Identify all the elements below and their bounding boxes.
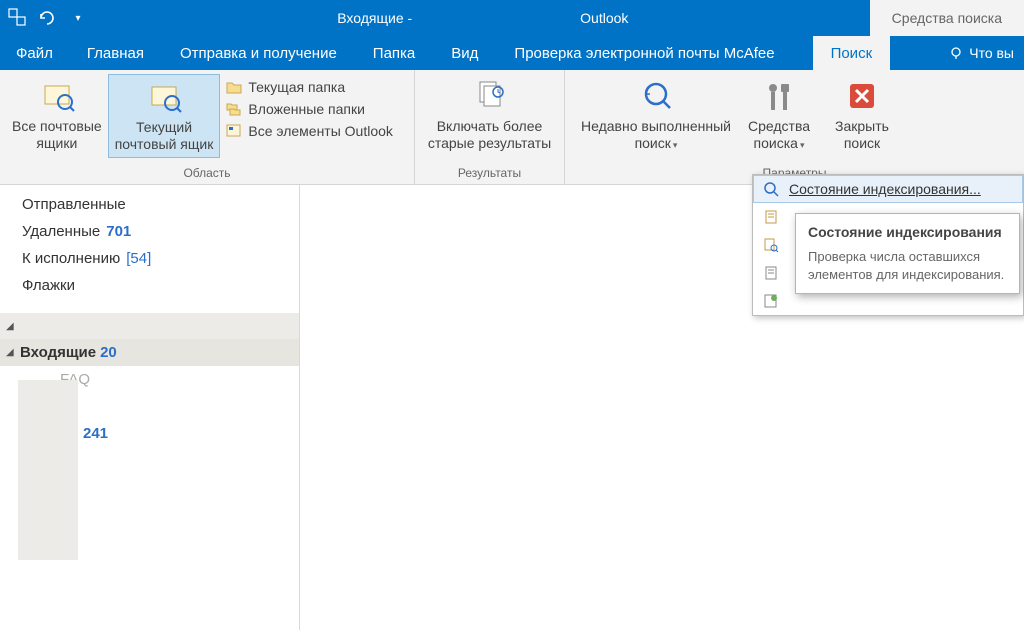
subfolders-button[interactable]: Вложенные папки: [220, 98, 399, 120]
tell-me-label: Что вы: [969, 45, 1014, 61]
close-search-label: Закрыть поиск: [835, 118, 889, 152]
scope-options-stack: Текущая папка Вложенные папки Все элемен…: [220, 74, 399, 142]
ribbon-group-scope: Все почтовые ящики Текущий почтовый ящик…: [0, 70, 415, 184]
collapse-caret-icon: ◢: [6, 347, 16, 358]
all-outlook-items-label: Все элементы Outlook: [248, 123, 393, 139]
sidebar-item-deleted[interactable]: Удаленные 701: [0, 218, 299, 245]
title-suffix: Outlook: [580, 10, 628, 26]
sidebar-count: [54]: [126, 250, 151, 267]
undo-icon[interactable]: [38, 8, 58, 28]
mailbox-icon: [39, 78, 75, 114]
documents-icon: [472, 78, 508, 114]
group-label-scope: Область: [0, 164, 414, 184]
sidebar-item-label: Входящие: [20, 344, 96, 361]
all-outlook-items-button[interactable]: Все элементы Outlook: [220, 120, 399, 142]
group-label-results: Результаты: [415, 164, 564, 184]
title-redacted: [416, 9, 576, 27]
mailbox-icon: [146, 79, 182, 115]
document-icon: [763, 209, 779, 225]
menu-item-label: Состояние индексирования...: [789, 181, 981, 197]
folder-icon: [226, 79, 242, 95]
tab-file[interactable]: Файл: [0, 36, 69, 70]
sidebar-item-label: Флажки: [22, 277, 75, 294]
contextual-tab-label: Средства поиска: [870, 0, 1024, 36]
sidebar-count: 241: [83, 425, 108, 442]
document-icon: [763, 265, 779, 281]
ribbon-group-results: Включать более старые результаты Результ…: [415, 70, 565, 184]
sidebar-account-header[interactable]: ◢: [0, 313, 299, 339]
search-tools-button[interactable]: Средства поиска: [741, 74, 817, 156]
tell-me[interactable]: Что вы: [939, 36, 1024, 70]
sidebar-redacted-block: [18, 380, 78, 560]
document-search-icon: [763, 237, 779, 253]
lightbulb-icon: [949, 46, 963, 60]
include-older-label: Включать более старые результаты: [428, 118, 551, 152]
all-mailboxes-label: Все почтовые ящики: [12, 118, 102, 152]
tools-icon: [761, 78, 797, 114]
sidebar-item-sent[interactable]: Отправленные: [0, 191, 299, 218]
sidebar-count: 20: [100, 344, 117, 361]
ribbon-tabs: Файл Главная Отправка и получение Папка …: [0, 36, 1024, 70]
search-status-icon: [763, 181, 779, 197]
current-mailbox-button[interactable]: Текущий почтовый ящик: [108, 74, 221, 158]
tooltip-title: Состояние индексирования: [808, 224, 1007, 240]
tooltip: Состояние индексирования Проверка числа …: [795, 213, 1020, 294]
folder-pane: Отправленные Удаленные 701 К исполнению …: [0, 185, 300, 630]
close-icon: [844, 78, 880, 114]
outlook-items-icon: [226, 123, 242, 139]
title-bar: ▾ Входящие - Outlook Средства поиска: [0, 0, 1024, 36]
sidebar-item-label: К исполнению: [22, 250, 120, 267]
sidebar-item-flags[interactable]: Флажки: [0, 272, 299, 299]
current-mailbox-label: Текущий почтовый ящик: [115, 119, 214, 153]
collapse-caret-icon: ◢: [6, 321, 16, 332]
close-search-button[interactable]: Закрыть поиск: [826, 74, 898, 156]
recent-search-icon: [638, 78, 674, 114]
tooltip-body: Проверка числа оставшихся элементов для …: [808, 248, 1007, 283]
menu-item-indexing-status[interactable]: Состояние индексирования...: [753, 175, 1023, 203]
window-icon[interactable]: [8, 8, 28, 28]
tab-send-receive[interactable]: Отправка и получение: [162, 36, 355, 70]
sidebar-item-followup[interactable]: К исполнению [54]: [0, 245, 299, 272]
ribbon-group-options: Недавно выполненный поиск Средства поиск…: [565, 70, 1024, 184]
ribbon: Все почтовые ящики Текущий почтовый ящик…: [0, 70, 1024, 185]
tab-folder[interactable]: Папка: [355, 36, 433, 70]
options-icon: [763, 293, 779, 309]
tab-search[interactable]: Поиск: [813, 36, 891, 70]
tab-view[interactable]: Вид: [433, 36, 496, 70]
current-folder-label: Текущая папка: [248, 79, 345, 95]
quick-access-toolbar: ▾: [0, 8, 96, 28]
qat-customize-icon[interactable]: ▾: [68, 8, 88, 28]
recent-searches-label: Недавно выполненный поиск: [581, 118, 731, 152]
sidebar-item-inbox[interactable]: ◢ Входящие 20: [0, 339, 299, 366]
search-tools-label: Средства поиска: [748, 118, 810, 152]
current-folder-button[interactable]: Текущая папка: [220, 76, 399, 98]
window-title: Входящие - Outlook: [96, 9, 870, 27]
subfolders-label: Вложенные папки: [248, 101, 365, 117]
recent-searches-button[interactable]: Недавно выполненный поиск: [571, 74, 741, 156]
title-prefix: Входящие -: [337, 10, 412, 26]
sidebar-count: 701: [106, 223, 131, 240]
sidebar-redacted: [20, 318, 291, 334]
tab-mcafee[interactable]: Проверка электронной почты McAfee: [496, 36, 792, 70]
folders-icon: [226, 101, 242, 117]
sidebar-item-label: Отправленные: [22, 196, 126, 213]
tab-home[interactable]: Главная: [69, 36, 162, 70]
sidebar-item-label: Удаленные: [22, 223, 100, 240]
all-mailboxes-button[interactable]: Все почтовые ящики: [6, 74, 108, 156]
include-older-button[interactable]: Включать более старые результаты: [422, 74, 557, 156]
